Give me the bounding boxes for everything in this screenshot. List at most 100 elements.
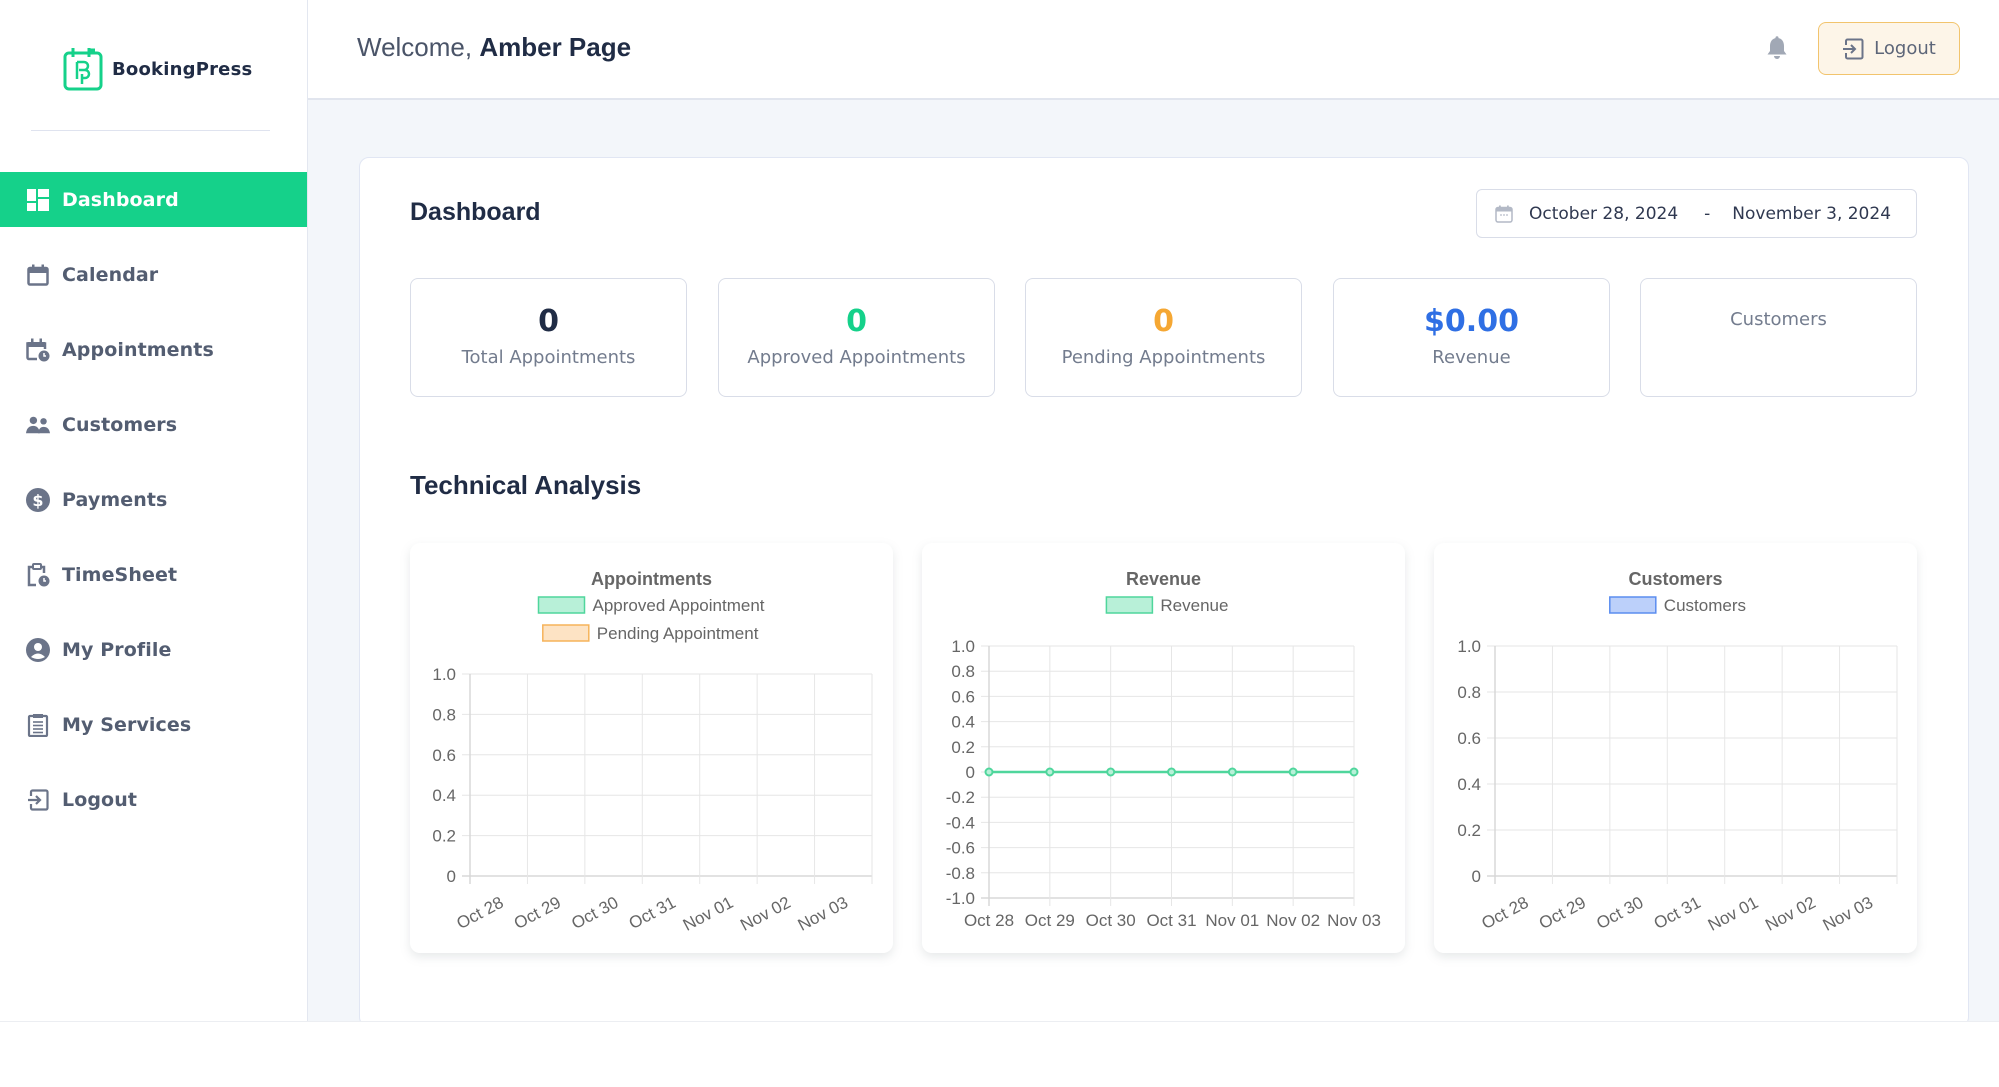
y-tick-label: 1.0	[432, 665, 456, 684]
sidebar-item-logout[interactable]: Logout	[0, 772, 307, 827]
chart-title: Revenue	[1126, 569, 1201, 589]
appointments-chart: Appointments Approved Appointment Pending …	[432, 569, 873, 935]
legend-swatch	[542, 624, 590, 642]
stat-value: 0	[538, 304, 559, 339]
data-point	[1045, 767, 1055, 777]
bookingpress-logo-icon	[63, 48, 103, 91]
data-point	[1167, 767, 1176, 777]
x-tick-label: Nov 02	[1762, 893, 1818, 935]
data-point	[1349, 767, 1359, 777]
sidebar-item-my-profile[interactable]: My Profile	[0, 622, 307, 677]
x-tick-label: Oct 30	[1593, 893, 1646, 933]
sidebar-item-label: Payments	[62, 488, 168, 511]
y-tick-label: 0.6	[951, 687, 975, 706]
customers-icon	[26, 413, 50, 437]
x-tick-label: Oct 29	[511, 893, 564, 933]
top-header: Welcome, Amber Page Logout	[308, 0, 1999, 100]
sidebar-item-my-services[interactable]: My Services	[0, 697, 307, 752]
y-tick-label: 1.0	[951, 637, 975, 656]
chart-title: Customers	[1628, 569, 1722, 589]
sidebar-item-appointments[interactable]: Appointments	[0, 322, 307, 377]
x-tick-label: Oct 29	[1536, 893, 1589, 933]
stat-value: 0	[846, 304, 867, 339]
brand-logo[interactable]: BookingPress	[62, 46, 252, 92]
date-range-picker[interactable]: October 28, 2024 - November 3, 2024	[1476, 189, 1917, 238]
x-tick-label: Oct 29	[1025, 911, 1075, 930]
services-icon	[26, 713, 50, 737]
x-tick-label: Nov 01	[1205, 911, 1259, 930]
y-tick-label: 0	[447, 867, 456, 886]
page-title: Dashboard	[410, 198, 541, 226]
header-logout-button[interactable]: Logout	[1818, 22, 1960, 75]
legend-label: Customers	[1664, 596, 1746, 615]
page-bottom-blank	[0, 1021, 1999, 1087]
y-tick-label: 1.0	[1457, 637, 1481, 656]
y-tick-label: 0.4	[432, 786, 456, 805]
sidebar: BookingPress Dashboard Calendar Appointm…	[0, 0, 308, 1021]
sidebar-item-label: My Services	[62, 713, 192, 736]
payments-icon: $	[26, 487, 50, 512]
stat-card-approved-appointments: 0 Approved Appointments	[718, 278, 995, 397]
y-tick-label: 0.6	[1457, 729, 1481, 748]
stat-label: Customers	[1730, 309, 1827, 330]
x-tick-label: Nov 01	[1705, 893, 1761, 935]
sidebar-item-label: Calendar	[62, 263, 159, 286]
y-tick-label: 0	[1472, 867, 1481, 886]
stat-label: Approved Appointments	[747, 347, 966, 368]
customers-chart: Customers Customers 1.0 0.8 0.6 0.4 0.2 0 Oct 28…	[1457, 569, 1898, 935]
legend-swatch	[1609, 596, 1657, 614]
x-tick-label: Oct 30	[1086, 911, 1136, 930]
stat-label: Revenue	[1432, 347, 1511, 368]
section-title-technical-analysis: Technical Analysis	[410, 470, 642, 500]
stat-value: $0.00	[1424, 304, 1519, 339]
sidebar-item-label: Dashboard	[62, 188, 179, 211]
date-range-start[interactable]: October 28, 2024	[1529, 204, 1678, 224]
chart-card-revenue: Revenue Revenue 1.0 0.8 0.6 0.4 0.2 0 -0.2 -0.4 -0…	[922, 543, 1405, 953]
data-point	[1106, 767, 1116, 777]
data-point	[1288, 767, 1298, 777]
x-tick-label: Nov 02	[1266, 911, 1320, 930]
y-tick-label: 0.2	[1457, 821, 1481, 840]
y-tick-label: 0.8	[432, 705, 456, 724]
appointments-icon	[26, 338, 50, 362]
x-tick-label: Nov 03	[1327, 911, 1381, 930]
logout-icon	[26, 788, 50, 812]
logout-label: Logout	[1874, 38, 1936, 59]
calendar-icon	[26, 263, 50, 287]
sidebar-item-timesheet[interactable]: TimeSheet	[0, 547, 307, 602]
x-tick-label: Oct 28	[453, 893, 506, 933]
sidebar-item-label: My Profile	[62, 638, 172, 661]
x-tick-label: Oct 31	[1651, 893, 1704, 933]
y-tick-label: 0.6	[432, 746, 456, 765]
y-tick-label: 0.8	[1457, 683, 1481, 702]
data-point	[984, 767, 994, 777]
svg-text:$: $	[32, 491, 43, 510]
timesheet-icon	[26, 562, 50, 587]
x-tick-label: Nov 03	[1820, 893, 1876, 935]
dashboard-icon	[26, 188, 50, 212]
y-tick-label: -0.2	[946, 788, 975, 807]
y-tick-label: -0.8	[946, 864, 975, 883]
stat-card-revenue: $0.00 Revenue	[1333, 278, 1610, 397]
x-tick-label: Oct 30	[568, 893, 621, 933]
stat-label: Pending Appointments	[1061, 347, 1266, 368]
logout-icon	[1843, 38, 1864, 59]
stat-label: Total Appointments	[461, 347, 636, 368]
y-tick-label: 0	[966, 763, 975, 782]
sidebar-item-customers[interactable]: Customers	[0, 397, 307, 452]
sidebar-item-label: Customers	[62, 413, 178, 436]
legend-swatch	[537, 596, 586, 614]
x-tick-label: Nov 01	[680, 893, 736, 935]
y-tick-label: 0.4	[1457, 775, 1481, 794]
user-name: Amber Page	[479, 32, 632, 62]
stat-value: 0	[1153, 304, 1174, 339]
chart-card-appointments: Appointments Approved Appointment Pending …	[410, 543, 893, 953]
sidebar-item-payments[interactable]: $ Payments	[0, 472, 307, 527]
notification-bell-icon[interactable]	[1766, 36, 1790, 60]
welcome-prefix: Welcome,	[357, 32, 473, 62]
date-range-end[interactable]: November 3, 2024	[1732, 204, 1891, 224]
sidebar-item-calendar[interactable]: Calendar	[0, 247, 307, 302]
y-tick-label: -0.4	[946, 813, 975, 832]
sidebar-item-dashboard[interactable]: Dashboard	[0, 172, 307, 227]
stat-card-pending-appointments: 0 Pending Appointments	[1025, 278, 1302, 397]
